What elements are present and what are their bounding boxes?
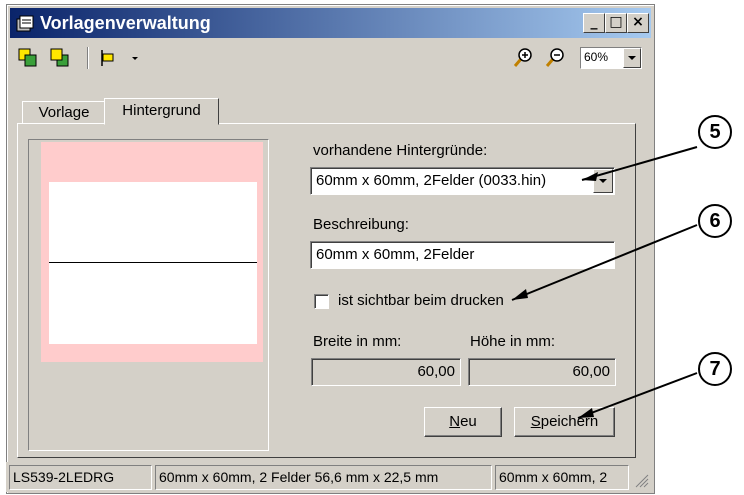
callout-arrowhead-6	[512, 289, 528, 300]
callout-arrowhead-5	[582, 172, 598, 181]
callout-line-6	[511, 224, 698, 301]
callout-5: 5	[698, 115, 732, 149]
callout-arrowhead-7	[578, 408, 594, 418]
callout-lines	[511, 146, 698, 419]
callout-6: 6	[698, 204, 732, 238]
tab-hintergrund[interactable]: Hintergrund	[104, 98, 219, 125]
callout-line-5	[581, 146, 698, 181]
callout-7: 7	[698, 352, 732, 386]
callout-line-7	[577, 372, 698, 419]
